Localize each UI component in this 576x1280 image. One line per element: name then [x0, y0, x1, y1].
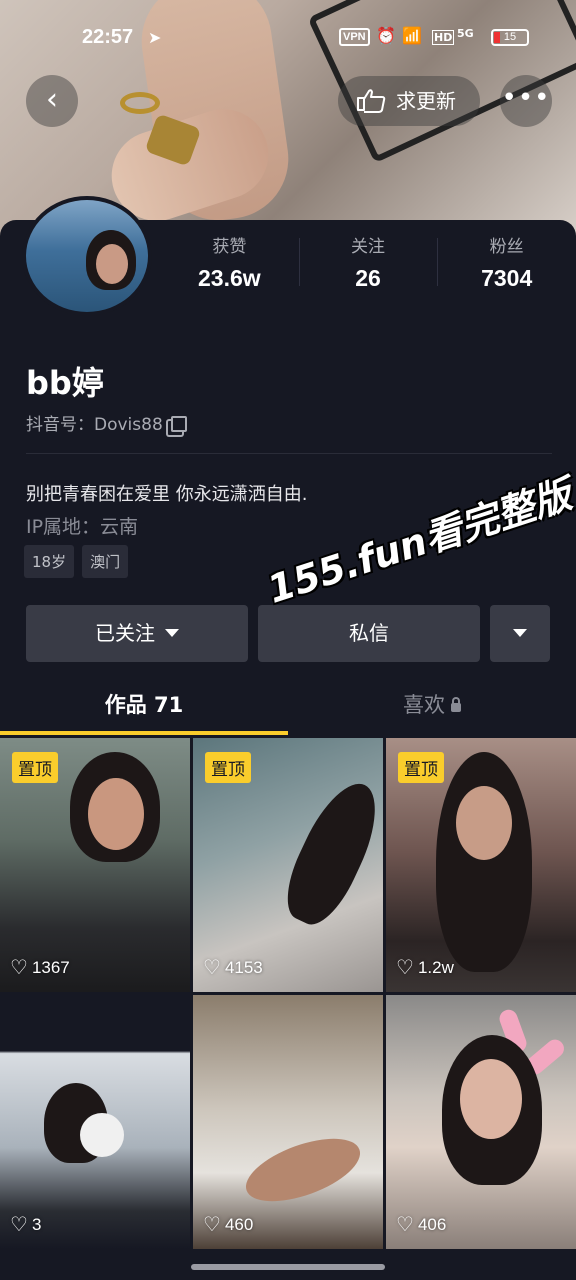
home-indicator[interactable]	[191, 1264, 385, 1270]
stat-following-label: 关注	[351, 237, 385, 257]
battery-icon: 15	[491, 29, 529, 46]
more-options-button[interactable]: •••	[500, 75, 552, 127]
tag-location: 澳门	[82, 545, 129, 578]
video-likes: ♡ 460	[203, 1212, 253, 1237]
caret-down-icon	[513, 629, 527, 637]
recommend-dropdown-button[interactable]	[490, 605, 550, 662]
video-grid: 置顶 ♡ 1367 置顶 ♡ 4153 置顶 ♡ 1.2w ♡ 3 ♡ 460 ♡ 406	[0, 738, 576, 1250]
alarm-icon: ⏰	[376, 26, 396, 45]
video-thumbnail[interactable]: 置顶 ♡ 4153	[193, 738, 383, 992]
caret-down-icon	[165, 629, 179, 637]
stat-followers-value: 7304	[481, 265, 533, 291]
stat-following-value: 26	[355, 265, 381, 291]
profile-name: bb婷	[26, 364, 104, 402]
profile-divider	[26, 453, 552, 454]
tab-works-label: 作品 71	[104, 693, 184, 717]
video-thumbnail[interactable]: 置顶 ♡ 1.2w	[386, 738, 576, 992]
video-likes-count: 3	[31, 1215, 42, 1234]
thumbnail-face-shape	[456, 786, 512, 860]
douyin-id: 抖音号：Dovis88	[26, 410, 187, 435]
vpn-badge: VPN	[339, 28, 370, 46]
douyin-id-text: 抖音号：Dovis88	[26, 415, 163, 435]
stat-likes[interactable]: 获赞 23.6w	[160, 232, 299, 292]
active-tab-indicator	[0, 731, 288, 735]
pinned-badge: 置顶	[205, 752, 251, 783]
followed-button[interactable]: 已关注	[26, 605, 248, 662]
chevron-left-icon: ‹	[46, 82, 58, 117]
heart-icon: ♡	[396, 957, 414, 979]
stat-followers-label: 粉丝	[489, 237, 524, 257]
thumbnail-hair-shape	[274, 772, 383, 934]
thumbnail-hair-shape	[436, 752, 532, 972]
video-likes: ♡ 4153	[203, 955, 263, 980]
message-button[interactable]: 私信	[258, 605, 480, 662]
video-likes: ♡ 1367	[10, 955, 70, 980]
wifi-icon: 📶	[402, 26, 422, 45]
stat-likes-label: 获赞	[212, 237, 247, 257]
thumbnail-face-shape	[88, 778, 144, 850]
status-time: 22:57	[82, 26, 134, 48]
request-update-button[interactable]: 求更新	[338, 76, 480, 126]
battery-fill	[494, 32, 500, 43]
cover-ring-shape	[120, 92, 160, 114]
heart-icon: ♡	[203, 1214, 221, 1236]
tab-likes-label: 喜欢	[403, 693, 445, 717]
video-thumbnail[interactable]: ♡ 3	[0, 995, 190, 1249]
tag-age: 18岁	[24, 545, 75, 578]
pinned-badge: 置顶	[12, 752, 58, 783]
thumbnail-mask-shape	[80, 1113, 124, 1157]
heart-icon: ♡	[396, 1214, 414, 1236]
video-likes-count: 1.2w	[417, 958, 454, 977]
more-dots-icon: •••	[501, 83, 551, 113]
video-likes-count: 4153	[224, 958, 263, 977]
tab-works[interactable]: 作品 71	[0, 680, 288, 736]
pointing-hand-icon	[357, 89, 386, 113]
heart-icon: ♡	[10, 1214, 28, 1236]
profile-stats: 获赞 23.6w 关注 26 粉丝 7304	[160, 232, 576, 292]
stat-likes-value: 23.6w	[198, 265, 261, 291]
profile-tags: 18岁 澳门	[24, 545, 129, 578]
video-thumbnail[interactable]: ♡ 406	[386, 995, 576, 1249]
message-label: 私信	[349, 621, 389, 645]
video-likes: ♡ 1.2w	[396, 955, 454, 980]
video-likes: ♡ 406	[396, 1212, 446, 1237]
content-tabs: 作品 71 喜欢	[0, 680, 576, 736]
stat-followers[interactable]: 粉丝 7304	[437, 232, 576, 292]
hd-badge: HD	[432, 30, 455, 45]
heart-icon: ♡	[203, 957, 221, 979]
request-update-label: 求更新	[396, 89, 456, 113]
video-likes-count: 460	[224, 1215, 254, 1234]
avatar-face-shape	[96, 244, 128, 284]
lock-icon	[451, 697, 461, 712]
stat-following[interactable]: 关注 26	[298, 232, 438, 292]
battery-level: 15	[503, 31, 517, 43]
back-button[interactable]: ‹	[26, 75, 78, 127]
ip-location: IP属地：云南	[26, 516, 139, 538]
network-badge: 5G	[457, 27, 474, 40]
status-bar: 22:57 ➤ VPN ⏰ 📶 HD 5G 15	[0, 0, 576, 72]
video-likes-count: 406	[417, 1215, 447, 1234]
send-icon: ➤	[148, 28, 162, 47]
video-likes: ♡ 3	[10, 1212, 41, 1237]
video-thumbnail[interactable]: ♡ 460	[193, 995, 383, 1249]
pinned-badge: 置顶	[398, 752, 444, 783]
thumbnail-face-shape	[460, 1059, 522, 1139]
video-thumbnail[interactable]: 置顶 ♡ 1367	[0, 738, 190, 992]
video-likes-count: 1367	[31, 958, 70, 977]
thumbnail-hand-shape	[238, 1125, 368, 1215]
tab-likes[interactable]: 喜欢	[288, 680, 576, 736]
followed-label: 已关注	[95, 621, 155, 645]
avatar[interactable]	[22, 196, 152, 316]
heart-icon: ♡	[10, 957, 28, 979]
copy-icon[interactable]	[170, 416, 187, 432]
profile-bio: 别把青春困在爱里 你永远潇洒自由.	[26, 484, 308, 505]
